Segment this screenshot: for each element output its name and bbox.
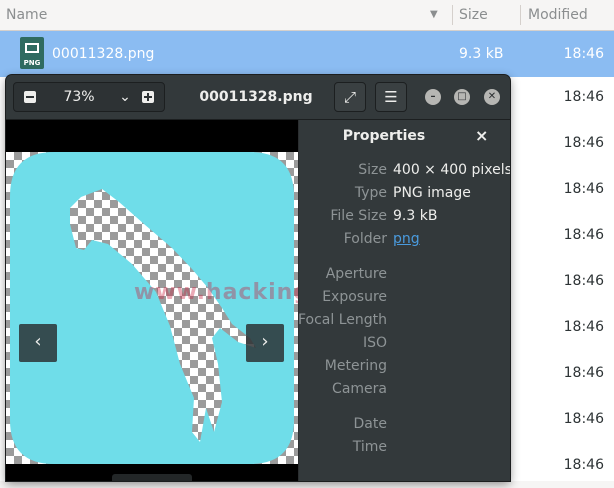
file-modified: 18:46 bbox=[563, 365, 604, 381]
property-exposure: Exposure bbox=[299, 289, 510, 311]
property-key: Aperture bbox=[325, 266, 387, 282]
close-icon[interactable]: ✕ bbox=[484, 89, 500, 105]
file-modified: 18:46 bbox=[563, 89, 604, 105]
watermark-text: www.hackingarticles.in bbox=[134, 280, 298, 305]
property-key: Focal Length bbox=[297, 312, 387, 328]
file-name: 00011328.png bbox=[52, 46, 155, 62]
image-viewer-window: 73% ⌄ 00011328.png ⤢ ☰ – □ ✕ www.hacking… bbox=[6, 75, 510, 481]
window-title: 00011328.png bbox=[199, 89, 313, 105]
properties-title: Properties bbox=[342, 128, 426, 144]
property-key: Camera bbox=[332, 381, 387, 397]
file-size: 9.3 kB bbox=[459, 46, 504, 62]
zoom-in-icon[interactable] bbox=[134, 83, 162, 111]
file-modified: 18:46 bbox=[563, 135, 604, 151]
hamburger-menu-icon: ☰ bbox=[384, 88, 398, 106]
property-file-size: File Size 9.3 kB bbox=[299, 208, 510, 230]
file-modified: 18:46 bbox=[563, 227, 604, 243]
png-file-icon: PNG bbox=[20, 37, 44, 69]
property-folder: Folder png bbox=[299, 231, 510, 253]
column-divider bbox=[452, 5, 453, 25]
chevron-left-icon: ‹ bbox=[34, 331, 42, 352]
property-camera: Camera bbox=[299, 381, 510, 403]
property-aperture: Aperture bbox=[299, 266, 510, 288]
property-value: 9.3 kB bbox=[393, 208, 438, 224]
property-key: Metering bbox=[324, 358, 387, 374]
property-key: Date bbox=[353, 416, 387, 432]
property-key: Type bbox=[354, 185, 387, 201]
menu-button[interactable]: ☰ bbox=[375, 82, 407, 112]
property-date: Date bbox=[299, 416, 510, 438]
file-modified: 18:46 bbox=[563, 46, 604, 62]
displayed-image: www.hackingarticles.in bbox=[6, 152, 298, 464]
minimize-icon[interactable]: – bbox=[425, 89, 441, 105]
folder-link[interactable]: png bbox=[393, 231, 420, 247]
fullscreen-icon: ⤢ bbox=[343, 88, 356, 106]
file-modified: 18:46 bbox=[563, 273, 604, 289]
previous-image-button[interactable]: ‹ bbox=[19, 324, 57, 362]
property-metering: Metering bbox=[299, 358, 510, 380]
close-properties-icon[interactable]: × bbox=[475, 126, 488, 145]
property-time: Time bbox=[299, 439, 510, 461]
file-modified: 18:46 bbox=[563, 411, 604, 427]
chevron-down-icon[interactable]: ⌄ bbox=[114, 83, 136, 111]
next-image-button[interactable]: › bbox=[246, 324, 284, 362]
file-modified: 18:46 bbox=[563, 457, 604, 473]
property-key: Exposure bbox=[322, 289, 387, 305]
property-focal-length: Focal Length bbox=[297, 312, 510, 334]
property-key: Size bbox=[358, 162, 387, 178]
property-key: File Size bbox=[330, 208, 387, 224]
properties-panel: Properties × Size 400 × 400 pixels Type … bbox=[297, 120, 510, 481]
property-size: Size 400 × 400 pixels bbox=[299, 162, 510, 184]
file-modified: 18:46 bbox=[563, 319, 604, 335]
property-key: Time bbox=[352, 439, 387, 455]
property-value: PNG image bbox=[393, 185, 471, 201]
chevron-right-icon: › bbox=[261, 331, 269, 352]
sort-down-icon[interactable]: ▼ bbox=[430, 0, 438, 30]
fullscreen-button[interactable]: ⤢ bbox=[334, 82, 366, 112]
bird-logo-image bbox=[10, 152, 294, 464]
zoom-level[interactable]: 73% bbox=[54, 83, 104, 111]
file-row-selected[interactable]: PNG 00011328.png 9.3 kB 18:46 bbox=[0, 31, 614, 77]
zoom-control: 73% ⌄ bbox=[13, 82, 165, 112]
column-header-name[interactable]: Name bbox=[6, 0, 47, 30]
header-bar: 73% ⌄ 00011328.png ⤢ ☰ – □ ✕ bbox=[6, 75, 510, 120]
column-header-modified[interactable]: Modified bbox=[528, 0, 588, 30]
file-modified: 18:46 bbox=[563, 181, 604, 197]
column-header-size[interactable]: Size bbox=[459, 0, 488, 30]
file-icon-label: PNG bbox=[23, 59, 41, 67]
property-key: ISO bbox=[362, 335, 387, 351]
image-canvas[interactable]: www.hackingarticles.in ‹ › ↶ ↷ bbox=[6, 120, 298, 481]
rotate-right-icon[interactable]: ↷ bbox=[152, 474, 192, 481]
maximize-icon[interactable]: □ bbox=[454, 89, 470, 105]
zoom-out-icon[interactable] bbox=[16, 83, 44, 111]
rotate-controls: ↶ ↷ bbox=[112, 474, 192, 481]
column-divider bbox=[520, 5, 521, 25]
property-key: Folder bbox=[343, 231, 387, 247]
property-value: 400 × 400 pixels bbox=[393, 162, 510, 178]
property-iso: ISO bbox=[299, 335, 510, 357]
file-list-header: Name ▼ Size Modified bbox=[0, 0, 614, 31]
rotate-left-icon[interactable]: ↶ bbox=[112, 474, 152, 481]
property-type: Type PNG image bbox=[299, 185, 510, 207]
